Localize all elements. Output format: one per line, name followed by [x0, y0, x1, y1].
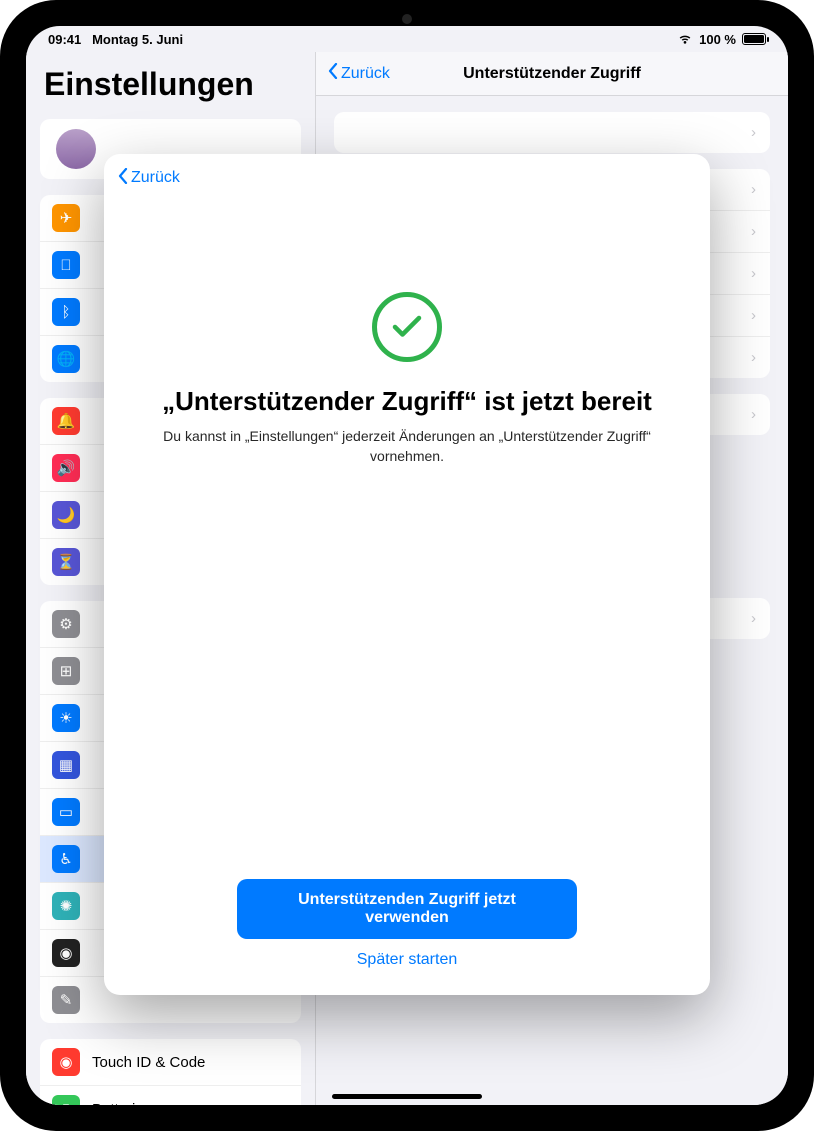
status-right: 100 % — [677, 32, 766, 47]
wifi-icon: 􀙇 — [52, 251, 80, 279]
modal-title: „Unterstützender Zugriff“ ist jetzt bere… — [156, 386, 658, 417]
modal-back-button[interactable]: Zurück — [118, 168, 180, 189]
sidebar-title: Einstellungen — [26, 60, 315, 115]
chevron-right-icon: › — [751, 307, 756, 324]
multitasking-icon: ▭ — [52, 798, 80, 826]
modal-subtitle: Du kannst in „Einstellungen“ jederzeit Ä… — [138, 427, 676, 466]
screen: 09:41 Montag 5. Juni 100 % Einstellungen… — [26, 26, 788, 1105]
bg-group-top: › — [334, 112, 770, 153]
status-time: 09:41 — [48, 32, 81, 47]
accessibility-icon: ♿︎ — [52, 845, 80, 873]
sidebar-item-label: Batterie — [92, 1101, 289, 1106]
detail-navbar: Zurück Unterstützender Zugriff — [316, 52, 788, 96]
display-icon: ☀ — [52, 704, 80, 732]
sidebar-item[interactable]: ▮ Batterie — [40, 1086, 301, 1105]
modal-back-label: Zurück — [131, 169, 180, 187]
chevron-left-icon — [328, 63, 338, 84]
bg-row[interactable]: › — [334, 112, 770, 153]
status-date: Montag 5. Juni — [92, 32, 183, 47]
avatar — [56, 129, 96, 169]
sidebar-group: ◉ Touch ID & Code ▮ Batterie — [40, 1039, 301, 1105]
battery-pct: 100 % — [699, 32, 736, 47]
chevron-right-icon: › — [751, 406, 756, 423]
device-frame: 09:41 Montag 5. Juni 100 % Einstellungen… — [0, 0, 814, 1131]
chevron-right-icon: › — [751, 124, 756, 141]
success-check-icon — [372, 292, 442, 362]
back-button[interactable]: Zurück — [328, 63, 390, 84]
battery-icon: ▮ — [52, 1095, 80, 1105]
screentime-icon: ⏳ — [52, 548, 80, 576]
home-screen-icon: ▦ — [52, 751, 80, 779]
chevron-left-icon — [118, 168, 128, 189]
use-now-button[interactable]: Unterstützenden Zugriff jetzt verwenden — [237, 879, 577, 939]
sidebar-item[interactable]: ◉ Touch ID & Code — [40, 1039, 301, 1086]
control-center-icon: ⊞ — [52, 657, 80, 685]
status-bar: 09:41 Montag 5. Juni 100 % — [26, 26, 788, 52]
touchid-icon: ◉ — [52, 1048, 80, 1076]
bluetooth-icon: ᛒ — [52, 298, 80, 326]
focus-icon: 🌙 — [52, 501, 80, 529]
notifications-icon: 🔔 — [52, 407, 80, 435]
start-later-button[interactable]: Später starten — [357, 951, 458, 969]
pencil-icon: ✎ — [52, 986, 80, 1014]
sidebar-item-label: Touch ID & Code — [92, 1054, 289, 1071]
front-camera — [402, 14, 412, 24]
airplane-icon: ✈ — [52, 204, 80, 232]
chevron-right-icon: › — [751, 610, 756, 627]
back-label: Zurück — [341, 65, 390, 83]
assistive-ready-modal: Zurück „Unterstützender Zugriff“ ist jet… — [104, 154, 710, 995]
siri-icon: ◉ — [52, 939, 80, 967]
wifi-icon — [677, 33, 693, 45]
wallpaper-icon: ✺ — [52, 892, 80, 920]
battery-icon — [742, 33, 766, 45]
globe-icon: 🌐 — [52, 345, 80, 373]
chevron-right-icon: › — [751, 223, 756, 240]
chevron-right-icon: › — [751, 265, 756, 282]
status-left: 09:41 Montag 5. Juni — [48, 32, 183, 47]
general-icon: ⚙ — [52, 610, 80, 638]
chevron-right-icon: › — [751, 181, 756, 198]
chevron-right-icon: › — [751, 349, 756, 366]
home-indicator[interactable] — [332, 1094, 482, 1099]
detail-title: Unterstützender Zugriff — [463, 65, 641, 83]
sound-icon: 🔊 — [52, 454, 80, 482]
